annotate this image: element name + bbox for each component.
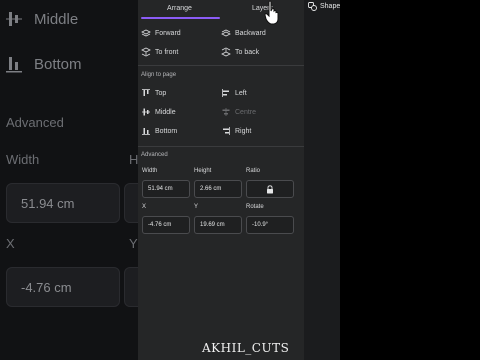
bg-width-value: 51.94 cm bbox=[6, 183, 120, 223]
align-top-label: Top bbox=[155, 89, 167, 97]
editor-sidebar-strip bbox=[304, 0, 340, 360]
ratio-label: Ratio bbox=[246, 168, 261, 174]
advanced-section-label: Advanced bbox=[141, 152, 168, 158]
watermark: AKHIL_CUTS bbox=[202, 341, 290, 355]
align-middle-icon bbox=[141, 107, 151, 117]
align-section-label: Align to page bbox=[141, 72, 177, 78]
hand-cursor-icon bbox=[264, 0, 279, 25]
align-left-button[interactable]: Left bbox=[221, 87, 301, 99]
to-front-button[interactable]: To front bbox=[141, 46, 221, 58]
bg-bottom-row: Bottom bbox=[6, 55, 82, 73]
align-left-label: Left bbox=[235, 89, 247, 97]
align-right-button[interactable]: Right bbox=[221, 125, 301, 137]
align-bottom-icon bbox=[6, 57, 22, 73]
align-middle-icon bbox=[6, 12, 22, 26]
rotate-input[interactable]: -10.9° bbox=[246, 216, 294, 234]
bg-x-value: -4.76 cm bbox=[6, 267, 120, 307]
to-back-label: To back bbox=[235, 48, 260, 56]
backward-button[interactable]: Backward bbox=[221, 27, 301, 39]
align-centre-icon bbox=[221, 107, 231, 117]
align-right-icon bbox=[221, 126, 231, 136]
y-label: Y bbox=[194, 204, 199, 210]
active-tab-indicator bbox=[141, 17, 220, 19]
to-back-icon bbox=[221, 47, 231, 57]
bg-middle-label: Middle bbox=[34, 10, 79, 28]
align-centre-label: Centre bbox=[235, 108, 257, 116]
bg-y-partial: Y bbox=[129, 236, 138, 251]
align-top-button[interactable]: Top bbox=[141, 87, 221, 99]
backward-icon bbox=[221, 28, 231, 38]
shapes-tool-button[interactable]: Shape bbox=[308, 2, 340, 11]
lock-icon bbox=[267, 184, 273, 193]
align-centre-button: Centre bbox=[221, 106, 301, 118]
align-middle-button[interactable]: Middle bbox=[141, 106, 221, 118]
x-label: X bbox=[142, 204, 147, 210]
bg-height-partial: H bbox=[129, 152, 139, 167]
tab-layers[interactable]: Layers bbox=[221, 0, 304, 20]
align-left-icon bbox=[221, 88, 231, 98]
rotate-label: Rotate bbox=[246, 204, 264, 210]
bg-x-label: X bbox=[6, 236, 15, 251]
to-front-label: To front bbox=[155, 48, 179, 56]
divider bbox=[138, 65, 304, 66]
bg-middle-row: Middle bbox=[6, 10, 78, 28]
align-grid: Top Left Middle Centre Bottom Right bbox=[141, 87, 301, 137]
to-back-button[interactable]: To back bbox=[221, 46, 301, 58]
align-bottom-label: Bottom bbox=[155, 127, 178, 135]
ratio-lock-button[interactable] bbox=[246, 180, 294, 198]
align-top-icon bbox=[141, 88, 151, 98]
width-input[interactable]: 51.94 cm bbox=[142, 180, 190, 198]
bg-width-label: Width bbox=[6, 152, 40, 167]
height-input[interactable]: 2.66 cm bbox=[194, 180, 242, 198]
align-right-label: Right bbox=[235, 127, 252, 135]
y-input[interactable]: 19.69 cm bbox=[194, 216, 242, 234]
bg-advanced-label: Advanced bbox=[6, 115, 64, 130]
divider bbox=[138, 146, 304, 147]
shapes-icon bbox=[308, 2, 317, 11]
forward-button[interactable]: Forward bbox=[141, 27, 221, 39]
to-front-icon bbox=[141, 47, 151, 57]
backward-label: Backward bbox=[235, 29, 266, 37]
align-middle-label: Middle bbox=[155, 108, 176, 116]
shapes-label: Shape bbox=[320, 3, 341, 10]
order-grid: Forward Backward To front To back bbox=[141, 27, 301, 58]
forward-icon bbox=[141, 28, 151, 38]
align-bottom-icon bbox=[141, 126, 151, 136]
x-input[interactable]: -4.76 cm bbox=[142, 216, 190, 234]
height-label: Height bbox=[194, 168, 212, 174]
bg-bottom-label: Bottom bbox=[34, 55, 82, 73]
align-bottom-button[interactable]: Bottom bbox=[141, 125, 221, 137]
zoomed-background: Middle Bottom Advanced Width H 51.94 cm … bbox=[0, 0, 140, 360]
width-label: Width bbox=[142, 168, 158, 174]
position-panel: Arrange Layers Forward Backward To front… bbox=[138, 0, 304, 360]
forward-label: Forward bbox=[155, 29, 181, 37]
